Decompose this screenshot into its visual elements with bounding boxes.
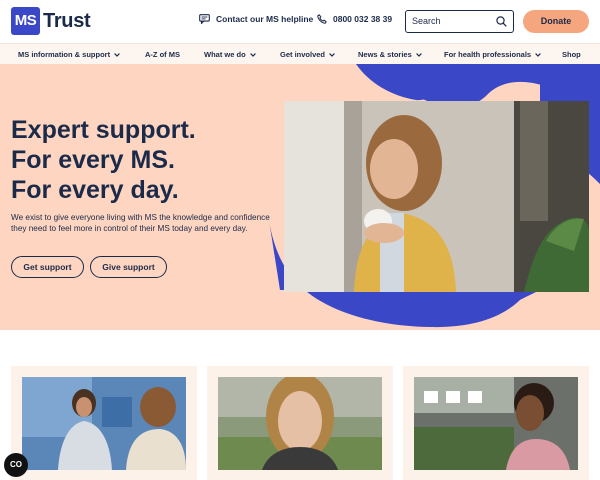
- nav-item-label: MS information & support: [18, 50, 111, 59]
- hero-title: Expert support. For every MS. For every …: [11, 115, 271, 205]
- card-photo-doctor-consultation: [22, 377, 186, 470]
- hero-title-line: Expert support.: [11, 116, 196, 144]
- nav-item-label: Shop: [562, 50, 581, 59]
- chat-bubble-icon: [199, 14, 210, 24]
- site-header: MS Trust Contact our MS helpline 0800 03…: [0, 0, 600, 43]
- logo-wordmark: Trust: [43, 9, 91, 32]
- search-icon[interactable]: [496, 16, 507, 27]
- nav-item-what-we-do[interactable]: What we do: [204, 50, 256, 59]
- chevron-down-icon: [249, 52, 256, 57]
- card-photo-young-woman-portrait: [218, 377, 382, 470]
- chevron-down-icon: [114, 52, 120, 57]
- give-support-button[interactable]: Give support: [90, 256, 167, 278]
- phone-number: 0800 032 38 39: [333, 14, 393, 24]
- nav-item-label: News & stories: [358, 50, 412, 59]
- cookie-settings-button[interactable]: CO: [4, 453, 28, 477]
- nav-item-label: A-Z of MS: [145, 50, 180, 59]
- chevron-down-icon: [535, 52, 541, 57]
- nav-item-a-z[interactable]: A-Z of MS: [145, 50, 180, 59]
- main-nav: MS information & support A-Z of MS What …: [0, 43, 600, 64]
- phone-link[interactable]: 0800 032 38 39: [317, 14, 392, 24]
- hero-section: Expert support. For every MS. For every …: [0, 64, 600, 330]
- nav-item-health-professionals[interactable]: For health professionals: [444, 50, 541, 59]
- card-photo-man-in-garden-centre: [414, 377, 578, 470]
- nav-item-label: For health professionals: [444, 50, 532, 59]
- nav-item-label: What we do: [204, 50, 246, 59]
- search-input[interactable]: [412, 16, 492, 26]
- nav-item-get-involved[interactable]: Get involved: [280, 50, 335, 59]
- chevron-down-icon: [415, 52, 422, 57]
- helpline-link[interactable]: Contact our MS helpline: [199, 14, 313, 24]
- hero-description: We exist to give everyone living with MS…: [11, 213, 270, 234]
- hero-title-line: For every day.: [11, 176, 179, 204]
- nav-item-label: Get involved: [280, 50, 326, 59]
- feature-card[interactable]: [403, 366, 589, 480]
- hero-title-line: For every MS.: [11, 146, 175, 174]
- nav-item-ms-information[interactable]: MS information & support: [18, 50, 120, 59]
- feature-card[interactable]: [207, 366, 393, 480]
- hero-photo-woman-with-mug: [284, 101, 589, 292]
- nav-item-shop[interactable]: Shop: [562, 50, 581, 59]
- phone-icon: [317, 14, 327, 24]
- nav-item-news-stories[interactable]: News & stories: [358, 50, 422, 59]
- get-support-button[interactable]: Get support: [11, 256, 84, 278]
- helpline-label: Contact our MS helpline: [216, 14, 314, 24]
- logo-mark: MS: [11, 7, 40, 35]
- chevron-down-icon: [329, 52, 335, 57]
- donate-button[interactable]: Donate: [523, 10, 589, 33]
- feature-card[interactable]: [11, 366, 197, 480]
- search-box: [405, 10, 514, 33]
- ms-trust-logo[interactable]: MS Trust: [11, 7, 91, 35]
